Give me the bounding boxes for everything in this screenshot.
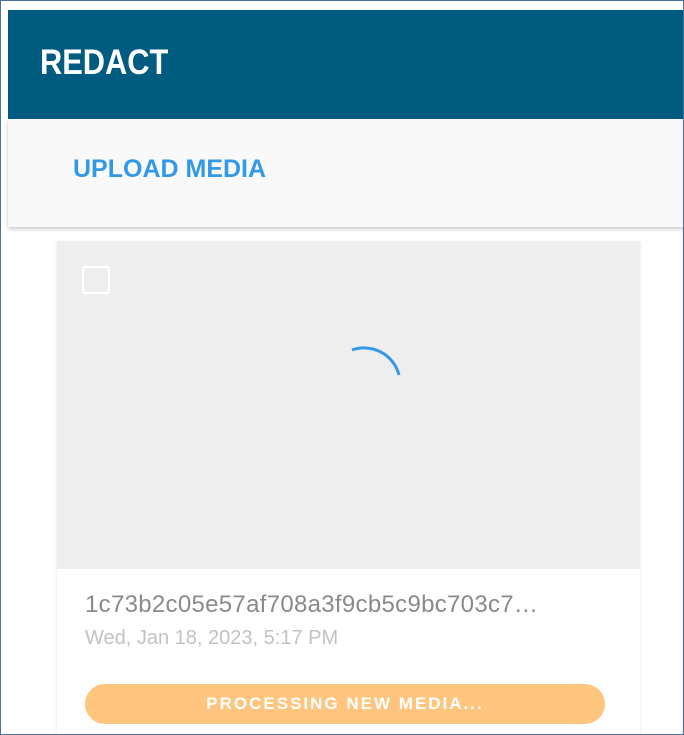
media-meta: 1c73b2c05e57af708a3f9cb5c9bc703c7… Wed, … <box>85 591 615 650</box>
media-thumbnail[interactable] <box>57 241 640 569</box>
loading-spinner-icon <box>351 346 401 376</box>
media-file-name[interactable]: 1c73b2c05e57af708a3f9cb5c9bc703c7… <box>85 591 615 619</box>
tab-bar: UPLOAD MEDIA <box>8 119 683 227</box>
app-window: REDACT UPLOAD MEDIA 1c73b2c05e57af708a3f… <box>0 0 684 735</box>
select-checkbox[interactable] <box>82 266 110 294</box>
media-grid: 1c73b2c05e57af708a3f9cb5c9bc703c7… Wed, … <box>8 227 683 734</box>
media-date: Wed, Jan 18, 2023, 5:17 PM <box>85 627 339 649</box>
tab-upload-media[interactable]: UPLOAD MEDIA <box>73 155 266 184</box>
media-card[interactable]: 1c73b2c05e57af708a3f9cb5c9bc703c7… Wed, … <box>57 241 640 734</box>
app-title: REDACT <box>40 43 169 82</box>
app-bar: REDACT <box>8 10 683 119</box>
status-badge: PROCESSING NEW MEDIA... <box>85 684 605 724</box>
